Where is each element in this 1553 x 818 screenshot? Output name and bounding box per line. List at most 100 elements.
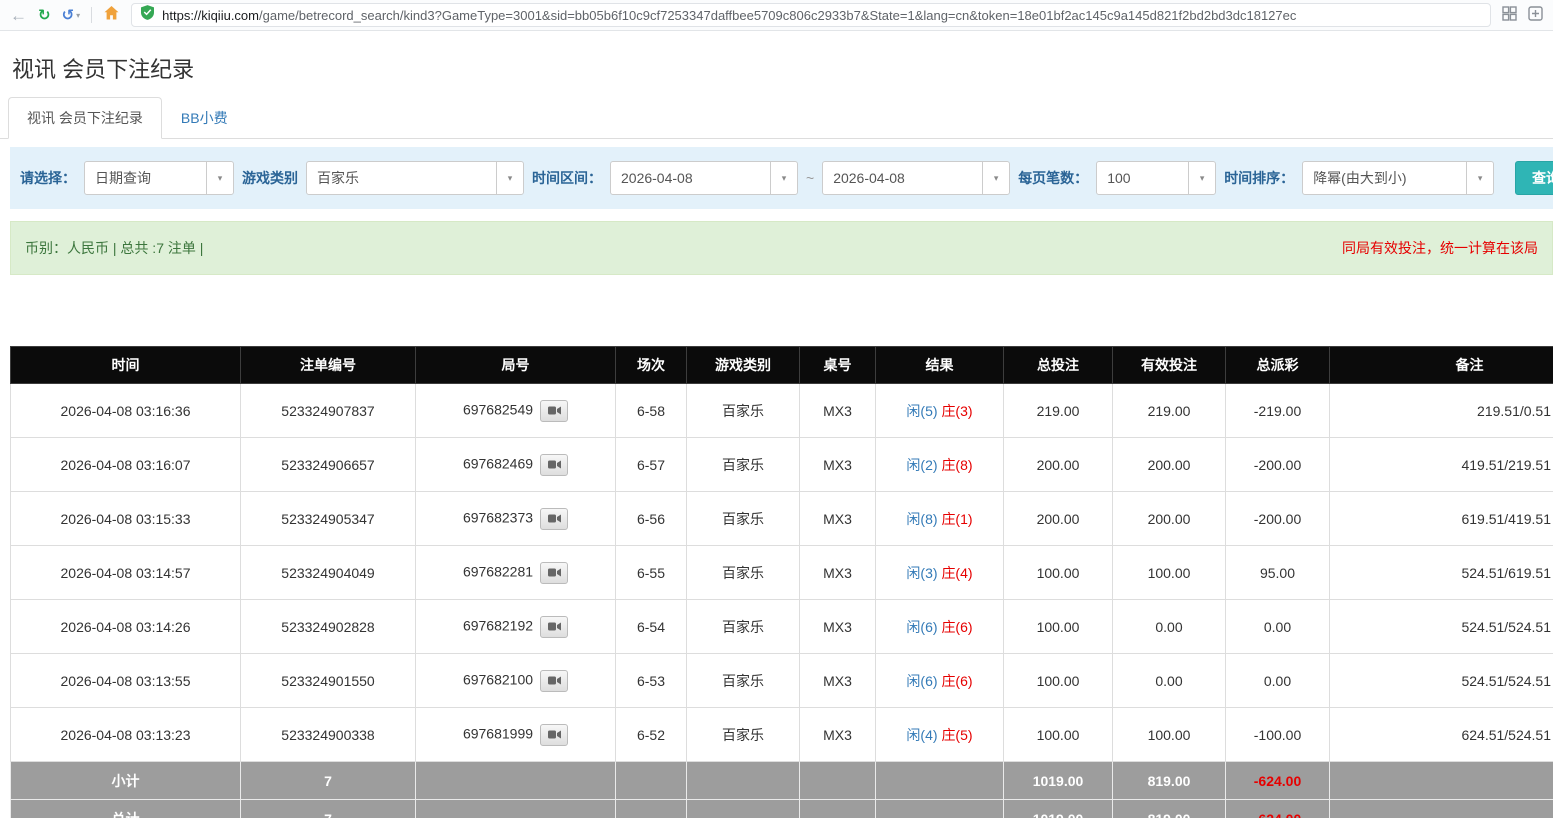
cell-session: 6-55	[616, 546, 687, 600]
summary-row: 小计71019.00819.00-624.00	[11, 762, 1553, 800]
browser-toolbar: ← ↻ ↺ ▾ https://kiqiiu.com/game/betrecor…	[0, 0, 1553, 31]
replay-video-icon[interactable]	[540, 400, 568, 422]
cell-valid-bet: 0.00	[1113, 654, 1226, 708]
page-size-label: 每页笔数：	[1018, 168, 1088, 188]
cell-valid-bet: 219.00	[1113, 384, 1226, 438]
game-type-select[interactable]: 百家乐 ▾	[306, 161, 524, 195]
address-bar[interactable]: https://kiqiiu.com/game/betrecord_search…	[131, 3, 1491, 27]
sort-value: 降幂(由大到小)	[1303, 162, 1466, 194]
cell-game-type: 百家乐	[687, 492, 800, 546]
cell-total-bet: 200.00	[1004, 438, 1113, 492]
tab-bet-records[interactable]: 视讯 会员下注纪录	[8, 97, 162, 139]
grid-icon[interactable]	[1502, 6, 1517, 25]
cell-empty	[687, 800, 800, 818]
result-player: 闲(4)	[906, 727, 937, 743]
replay-video-icon[interactable]	[540, 670, 568, 692]
undo-icon[interactable]: ↺	[62, 8, 75, 23]
page-size-select[interactable]: 100 ▾	[1096, 161, 1216, 195]
chevron-down-icon[interactable]: ▾	[1188, 162, 1215, 194]
apps-icon[interactable]	[1528, 6, 1543, 25]
date-from-value: 2026-04-08	[611, 162, 770, 194]
cell-result: 闲(3) 庄(4)	[876, 546, 1004, 600]
column-header: 结果	[876, 347, 1004, 384]
chevron-down-icon[interactable]: ▾	[982, 162, 1009, 194]
cell-valid-bet: 0.00	[1113, 600, 1226, 654]
cell-note: 219.51/0.51	[1330, 384, 1553, 438]
back-icon[interactable]: ←	[10, 7, 27, 24]
cell-time: 2026-04-08 03:13:55	[11, 654, 241, 708]
replay-video-icon[interactable]	[540, 508, 568, 530]
round-number: 697682469	[463, 455, 533, 471]
cell-bet-id: 523324907837	[241, 384, 416, 438]
cell-payout: -624.00	[1226, 800, 1330, 818]
cell-note: 624.51/524.51	[1330, 708, 1553, 762]
table-row: 2026-04-08 03:13:55523324901550697682100…	[11, 654, 1553, 708]
date-from-input[interactable]: 2026-04-08 ▾	[610, 161, 798, 195]
cell-round: 697682469	[416, 438, 616, 492]
page-title: 视讯 会员下注纪录	[12, 52, 1553, 84]
cell-total-bet: 100.00	[1004, 654, 1113, 708]
cell-result: 闲(4) 庄(5)	[876, 708, 1004, 762]
query-type-label: 请选择：	[20, 168, 76, 188]
sort-select[interactable]: 降幂(由大到小) ▾	[1302, 161, 1494, 195]
cell-session: 6-57	[616, 438, 687, 492]
column-header: 局号	[416, 347, 616, 384]
cell-empty	[616, 762, 687, 800]
cell-time: 2026-04-08 03:16:07	[11, 438, 241, 492]
cell-table-no: MX3	[800, 654, 876, 708]
table-row: 2026-04-08 03:14:26523324902828697682192…	[11, 600, 1553, 654]
cell-payout: -200.00	[1226, 438, 1330, 492]
chevron-down-icon[interactable]: ▾	[496, 162, 523, 194]
result-banker: 庄(3)	[941, 403, 972, 419]
cell-bet-id: 523324904049	[241, 546, 416, 600]
filter-bar: 请选择： 日期查询 ▾ 游戏类别 百家乐 ▾ 时间区间： 2026-04-08 …	[10, 147, 1553, 209]
result-player: 闲(3)	[906, 565, 937, 581]
cell-bet-id: 523324901550	[241, 654, 416, 708]
home-icon[interactable]	[103, 5, 120, 25]
chevron-down-icon[interactable]: ▾	[76, 11, 80, 20]
cell-result: 闲(5) 庄(3)	[876, 384, 1004, 438]
game-type-label: 游戏类别	[242, 168, 298, 188]
currency-total-text: 币别：人民币 | 总共 :7 注单 |	[25, 238, 203, 258]
summary-row: 总计71019.00819.00-624.00	[11, 800, 1553, 818]
cell-empty	[800, 762, 876, 800]
chevron-down-icon[interactable]: ▾	[206, 162, 233, 194]
cell-summary-label: 总计	[11, 800, 241, 818]
cell-summary-count: 7	[241, 800, 416, 818]
recent-pages-control[interactable]: ↺ ▾	[62, 8, 81, 23]
table-row: 2026-04-08 03:13:23523324900338697681999…	[11, 708, 1553, 762]
bet-records-table: 时间注单编号局号场次游戏类别桌号结果总投注有效投注总派彩备注 2026-04-0…	[10, 346, 1553, 818]
replay-video-icon[interactable]	[540, 562, 568, 584]
result-player: 闲(2)	[906, 457, 937, 473]
chevron-down-icon[interactable]: ▾	[1466, 162, 1493, 194]
cell-payout: -100.00	[1226, 708, 1330, 762]
column-header: 总派彩	[1226, 347, 1330, 384]
cell-payout: -219.00	[1226, 384, 1330, 438]
toolbar-divider	[91, 7, 92, 23]
refresh-icon[interactable]: ↻	[38, 8, 51, 23]
cell-bet-id: 523324902828	[241, 600, 416, 654]
result-banker: 庄(5)	[941, 727, 972, 743]
cell-note: 524.51/524.51	[1330, 654, 1553, 708]
replay-video-icon[interactable]	[540, 454, 568, 476]
cell-payout: 95.00	[1226, 546, 1330, 600]
cell-round: 697682549	[416, 384, 616, 438]
tab-bb-tip[interactable]: BB小费	[162, 97, 247, 139]
cell-total-bet: 100.00	[1004, 600, 1113, 654]
url-text: https://kiqiiu.com/game/betrecord_search…	[162, 8, 1296, 23]
date-to-value: 2026-04-08	[823, 162, 982, 194]
column-header: 备注	[1330, 347, 1553, 384]
search-button[interactable]: 查询	[1515, 161, 1553, 195]
chevron-down-icon[interactable]: ▾	[770, 162, 797, 194]
query-type-select[interactable]: 日期查询 ▾	[84, 161, 234, 195]
replay-video-icon[interactable]	[540, 724, 568, 746]
replay-video-icon[interactable]	[540, 616, 568, 638]
round-number: 697682281	[463, 563, 533, 579]
cell-result: 闲(2) 庄(8)	[876, 438, 1004, 492]
cell-total-bet: 100.00	[1004, 546, 1113, 600]
cell-empty	[876, 762, 1004, 800]
time-range-label: 时间区间：	[532, 168, 602, 188]
date-to-input[interactable]: 2026-04-08 ▾	[822, 161, 1010, 195]
cell-payout: -200.00	[1226, 492, 1330, 546]
cell-table-no: MX3	[800, 600, 876, 654]
